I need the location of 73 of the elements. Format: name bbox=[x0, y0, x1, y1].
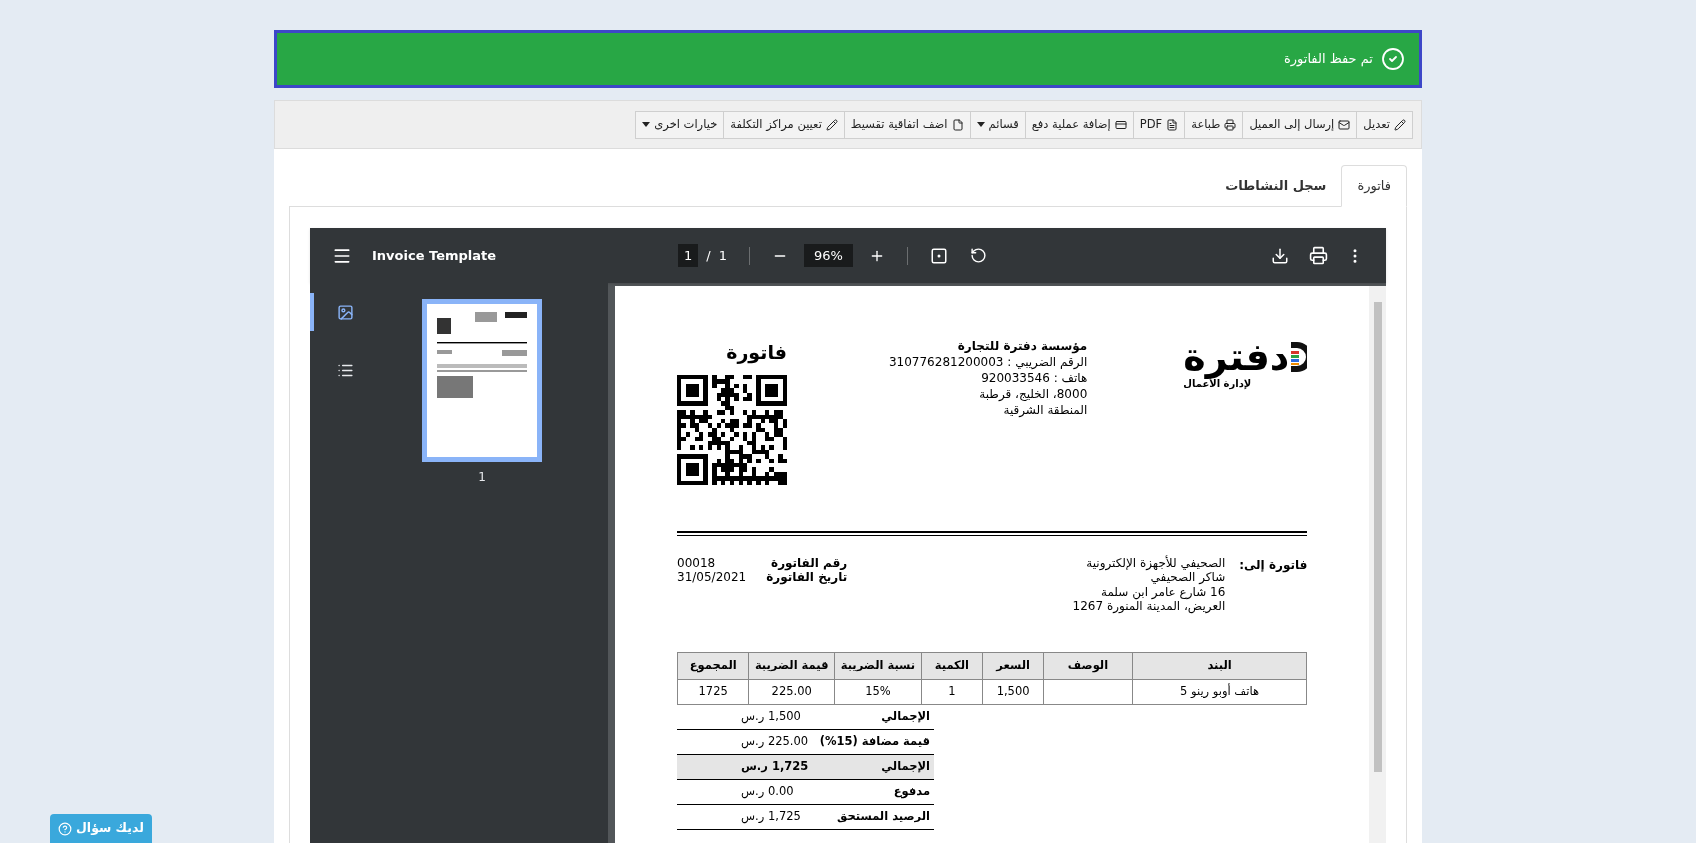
tab[interactable]: سجل النشاطات bbox=[1210, 165, 1342, 206]
toolbar-button[interactable]: إضافة عملية دفع bbox=[1024, 110, 1134, 139]
toolbar-button[interactable]: تعديل bbox=[1356, 110, 1413, 139]
thumbnail-page-number: 1 bbox=[478, 469, 486, 486]
customer-detail: 16 شارع عامر ابن سلمة bbox=[1100, 584, 1226, 599]
pdf-file-icon bbox=[1166, 118, 1179, 131]
table-cell: 225.00 bbox=[748, 679, 835, 704]
invoice-title: فاتورة bbox=[726, 340, 787, 366]
meta-label: رقم الفاتورة bbox=[771, 555, 848, 570]
total-value: 1,500 ر.س bbox=[741, 707, 801, 726]
column-header: نسبة الضريبة bbox=[834, 652, 922, 679]
total-value: 1,725 ر.س bbox=[741, 757, 809, 775]
toolbar-button[interactable]: قسائم bbox=[969, 110, 1026, 139]
company-name: مؤسسة دفترة للتجارة bbox=[956, 338, 1088, 354]
customer-detail: العريض، المدينة المنورة 1267 bbox=[1072, 599, 1226, 614]
file-icon bbox=[951, 118, 964, 131]
page-count: 1 bbox=[718, 246, 727, 265]
toolbar-button[interactable]: طباعة bbox=[1184, 110, 1244, 139]
print-icon[interactable] bbox=[1309, 246, 1328, 265]
toolbar-button[interactable]: خيارات اخرى bbox=[635, 110, 725, 139]
column-header: المجموع bbox=[677, 652, 749, 679]
logo-tagline: لإدارة الأعمال bbox=[1183, 378, 1252, 391]
tab[interactable]: فاتورة bbox=[1341, 165, 1407, 207]
customer-detail: شاكر الصحيفي bbox=[1149, 570, 1226, 585]
bill-to-label: فاتورة إلى: bbox=[1238, 556, 1308, 574]
alert-message: تم حفظ الفاتورة bbox=[1283, 50, 1373, 69]
document-title: Invoice Template bbox=[372, 246, 498, 265]
printer-icon bbox=[1224, 118, 1237, 131]
total-label: مدفوع bbox=[893, 782, 930, 801]
table-cell: 1,500 bbox=[982, 679, 1044, 704]
total-value: 0.00 ر.س bbox=[741, 782, 794, 801]
total-label: الإجمالي bbox=[881, 707, 930, 725]
total-label: الرصيد المستحق bbox=[837, 807, 930, 825]
page-separator: / bbox=[706, 246, 711, 265]
total-value: 225.00 ر.س bbox=[741, 732, 809, 751]
total-label: الإجمالي bbox=[881, 757, 930, 775]
column-header: البند bbox=[1132, 652, 1307, 679]
pencil-icon bbox=[1394, 118, 1406, 131]
meta-value: 31/05/2021 bbox=[677, 570, 747, 585]
credit-card-icon bbox=[1114, 118, 1127, 131]
page-number-field[interactable]: 1 bbox=[678, 243, 699, 268]
fit-page-icon[interactable] bbox=[929, 246, 948, 265]
table-cell: 1 bbox=[921, 679, 983, 704]
image-icon bbox=[336, 303, 354, 321]
meta-value: 00018 bbox=[677, 555, 717, 570]
column-header: السعر bbox=[982, 652, 1044, 679]
total-value: 1,725 ر.س bbox=[741, 807, 801, 826]
logo-stripes-icon bbox=[1289, 340, 1308, 374]
column-header: الكمية bbox=[921, 652, 983, 679]
toolbar-button[interactable]: تعيين مراكز التكلفة bbox=[723, 110, 845, 139]
meta-label: تاريخ الفاتورة bbox=[766, 570, 848, 585]
download-icon[interactable] bbox=[1271, 246, 1289, 265]
zoom-field[interactable]: 96% bbox=[803, 243, 853, 268]
toolbar-button[interactable]: إرسال إلى العميل bbox=[1242, 110, 1358, 139]
toolbar-button[interactable]: PDF bbox=[1132, 110, 1186, 139]
company-detail: المنطقة الشرقية bbox=[1002, 402, 1088, 418]
column-header: قيمة الضريبة bbox=[748, 652, 835, 679]
company-detail: الرقم الضريبي : 310776281200003 bbox=[888, 354, 1088, 370]
page-thumbnail[interactable] bbox=[422, 299, 542, 462]
table-cell: 1725 bbox=[677, 679, 749, 704]
toolbar-button[interactable]: اضف اتفاقية تقسيط bbox=[843, 110, 971, 139]
check-circle-icon bbox=[1381, 47, 1405, 71]
help-icon bbox=[58, 821, 72, 836]
column-header: الوصف bbox=[1043, 652, 1133, 679]
total-label: قيمة مضافة (15%) bbox=[819, 732, 930, 750]
envelope-icon bbox=[1338, 118, 1351, 131]
rotate-icon[interactable] bbox=[969, 247, 987, 264]
company-detail: 8000، الخليج، قرطبة bbox=[978, 386, 1088, 402]
table-cell: 15% bbox=[834, 679, 922, 704]
pencil-icon bbox=[825, 118, 838, 131]
table-cell: هاتف أوبو رينو 5 bbox=[1132, 679, 1307, 704]
company-detail: هاتف : 920033546 bbox=[980, 370, 1088, 386]
customer-detail: الصحيفي للأجهزة الإلكترونية bbox=[1085, 555, 1226, 570]
